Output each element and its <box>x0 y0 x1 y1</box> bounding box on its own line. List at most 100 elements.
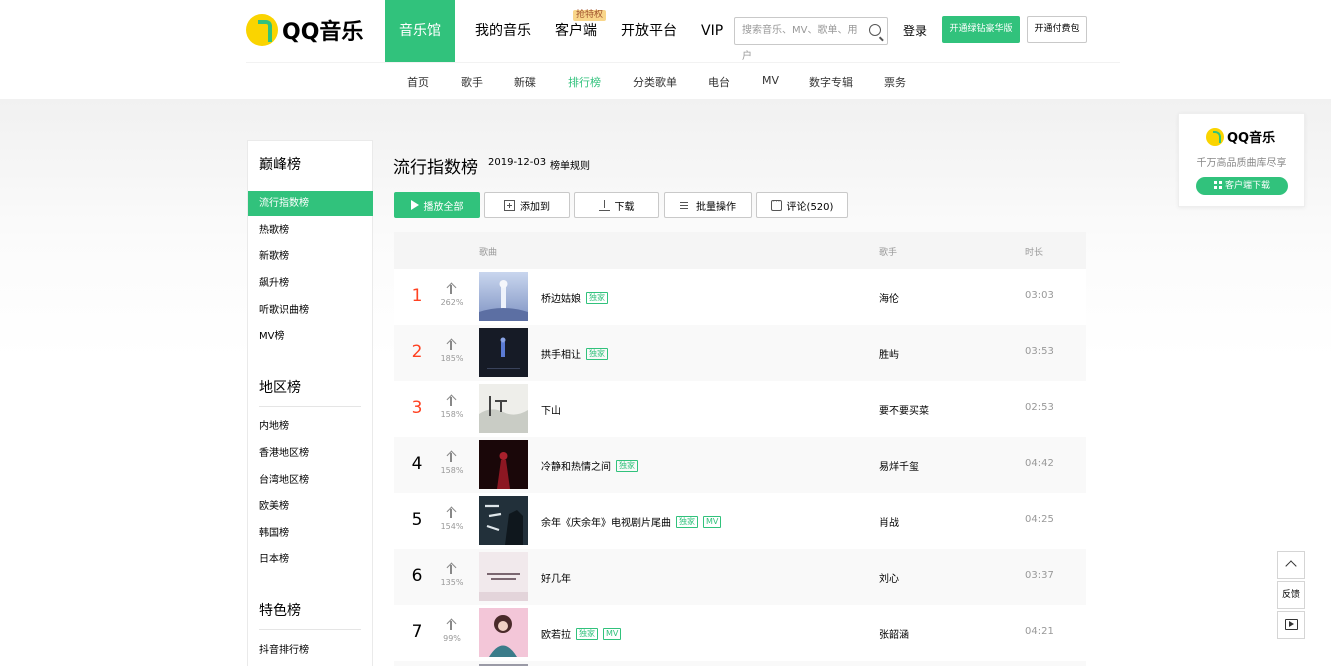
batch-label: 批量操作 <box>696 201 736 213</box>
download-icon <box>598 199 610 211</box>
album-cover[interactable] <box>479 496 528 545</box>
green-diamond-button[interactable]: 开通绿钻豪华版 <box>942 16 1020 43</box>
batch-button[interactable]: 批量操作 <box>664 192 752 218</box>
subnav-tickets[interactable]: 票务 <box>884 74 906 90</box>
sidebar-item-korea[interactable]: 韩国榜 <box>248 521 373 546</box>
nav-client[interactable]: 客户端 抢特权 <box>545 0 607 62</box>
back-to-top-button[interactable] <box>1277 551 1305 579</box>
table-row[interactable]: 5 154% 余年《庆余年》电视剧片尾曲 独家 MV 肖战 04:25 <box>394 493 1086 549</box>
singer-name[interactable]: 肖战 <box>879 514 899 529</box>
plus-icon <box>504 199 515 211</box>
paid-package-button[interactable]: 开通付费包 <box>1027 16 1087 43</box>
mv-badge[interactable]: MV <box>603 627 622 640</box>
comment-button[interactable]: 评论(520) <box>756 192 848 218</box>
song-title-cell: 桥边姑娘 独家 <box>541 290 608 305</box>
play-all-label: 播放全部 <box>423 201 464 213</box>
song-title[interactable]: 冷静和热情之间 <box>541 458 611 473</box>
song-rank: 5 <box>411 510 423 530</box>
song-title[interactable]: 欧若拉 <box>541 626 571 641</box>
album-cover[interactable] <box>479 384 528 433</box>
song-duration: 04:42 <box>1025 458 1054 469</box>
subnav-charts[interactable]: 排行榜 <box>568 74 601 90</box>
trend-up-icon <box>446 395 456 406</box>
table-row[interactable] <box>394 661 1086 666</box>
qq-music-logo-icon <box>1206 127 1224 146</box>
column-duration: 时长 <box>1025 248 1044 258</box>
play-all-button[interactable]: 播放全部 <box>394 192 480 218</box>
add-to-label: 添加到 <box>520 201 550 213</box>
song-trend: 158% <box>440 466 464 475</box>
nav-my-music[interactable]: 我的音乐 <box>465 0 541 62</box>
subnav-new-album[interactable]: 新碟 <box>514 74 536 90</box>
singer-name[interactable]: 刘心 <box>879 570 899 585</box>
album-cover[interactable] <box>479 440 528 489</box>
mv-badge[interactable]: MV <box>703 515 722 528</box>
album-cover[interactable] <box>479 608 528 657</box>
column-song: 歌曲 <box>479 248 498 258</box>
singer-name[interactable]: 胜屿 <box>879 346 899 361</box>
client-download-button[interactable]: 客户端下载 <box>1196 177 1288 195</box>
singer-name[interactable]: 海伦 <box>879 290 899 305</box>
top-header: QQ音乐 音乐馆 我的音乐 客户端 抢特权 开放平台 VIP 搜索音乐、MV、歌… <box>0 0 1331 62</box>
feedback-button[interactable]: 反馈 <box>1277 581 1305 609</box>
sidebar-item-japan[interactable]: 日本榜 <box>248 547 373 572</box>
album-cover[interactable] <box>479 552 528 601</box>
sidebar-item-taiwan[interactable]: 台湾地区榜 <box>248 468 373 493</box>
subnav-home[interactable]: 首页 <box>407 74 429 90</box>
sidebar-group-peak: 巅峰榜 <box>259 157 301 173</box>
search-input[interactable]: 搜索音乐、MV、歌单、用户 <box>734 17 888 62</box>
singer-name[interactable]: 张韶涵 <box>879 626 909 641</box>
video-button[interactable] <box>1277 611 1305 639</box>
song-title[interactable]: 桥边姑娘 <box>541 290 581 305</box>
song-title[interactable]: 下山 <box>541 402 561 417</box>
exclusive-badge: 独家 <box>586 347 608 360</box>
nav-vip[interactable]: VIP <box>691 0 733 62</box>
sidebar-item-popular-index[interactable]: 流行指数榜 <box>248 191 373 216</box>
sidebar-item-hot[interactable]: 热歌榜 <box>248 218 373 243</box>
song-title[interactable]: 余年《庆余年》电视剧片尾曲 <box>541 514 671 529</box>
song-rank: 4 <box>411 454 423 474</box>
sidebar-divider <box>259 406 361 407</box>
table-row[interactable]: 3 158% 下山 要不要买菜 02:53 <box>394 381 1086 437</box>
sidebar-item-new[interactable]: 新歌榜 <box>248 244 373 269</box>
song-list-header: 歌曲 歌手 时长 <box>394 232 1086 269</box>
sidebar-item-mainland[interactable]: 内地榜 <box>248 414 373 439</box>
table-row[interactable]: 6 135% 好几年 刘心 03:37 <box>394 549 1086 605</box>
chart-rules-link[interactable]: 榜单规则 <box>550 157 590 172</box>
trend-up-icon <box>446 283 456 294</box>
login-link[interactable]: 登录 <box>903 22 927 39</box>
sidebar-item-hongkong[interactable]: 香港地区榜 <box>248 441 373 466</box>
nav-open-platform[interactable]: 开放平台 <box>611 0 687 62</box>
singer-name[interactable]: 要不要买菜 <box>879 402 929 417</box>
table-row[interactable]: 4 158% 冷静和热情之间 独家 易烊千玺 04:42 <box>394 437 1086 493</box>
album-cover[interactable] <box>479 272 528 321</box>
sidebar-item-mv[interactable]: MV榜 <box>248 324 373 349</box>
table-row[interactable]: 7 99% 欧若拉 独家 MV 张韶涵 04:21 <box>394 605 1086 661</box>
singer-name[interactable]: 易烊千玺 <box>879 458 919 473</box>
table-row[interactable]: 1 262% 桥边姑娘 独家 海伦 03:03 <box>394 269 1086 325</box>
qq-music-logo[interactable]: QQ音乐 <box>246 13 363 47</box>
download-button[interactable]: 下载 <box>574 192 659 218</box>
subnav-mv[interactable]: MV <box>762 74 779 87</box>
sidebar-item-western[interactable]: 欧美榜 <box>248 494 373 519</box>
nav-music-hall[interactable]: 音乐馆 <box>385 0 455 62</box>
client-download-label: 客户端下载 <box>1224 181 1270 191</box>
sidebar-item-douyin[interactable]: 抖音排行榜 <box>248 638 373 663</box>
table-row[interactable]: 2 185% 拱手相让 独家 胜屿 03:53 <box>394 325 1086 381</box>
song-duration: 03:37 <box>1025 570 1054 581</box>
song-list: 歌曲 歌手 时长 1 262% 桥边姑娘 独家 海伦 03:03 2 185% <box>394 232 1086 666</box>
logo-text: QQ音乐 <box>282 20 364 45</box>
search-icon[interactable] <box>869 24 881 36</box>
add-to-button[interactable]: 添加到 <box>484 192 570 218</box>
subnav-digital-album[interactable]: 数字专辑 <box>809 74 853 90</box>
subnav-radio[interactable]: 电台 <box>708 74 730 90</box>
download-label: 下载 <box>614 201 635 213</box>
song-title-cell: 好几年 <box>541 570 571 585</box>
subnav-singer[interactable]: 歌手 <box>461 74 483 90</box>
sidebar-item-rising[interactable]: 飙升榜 <box>248 271 373 296</box>
sidebar-item-song-recognition[interactable]: 听歌识曲榜 <box>248 298 373 323</box>
song-title[interactable]: 拱手相让 <box>541 346 581 361</box>
album-cover[interactable] <box>479 328 528 377</box>
song-title[interactable]: 好几年 <box>541 570 571 585</box>
subnav-playlists[interactable]: 分类歌单 <box>633 74 677 90</box>
